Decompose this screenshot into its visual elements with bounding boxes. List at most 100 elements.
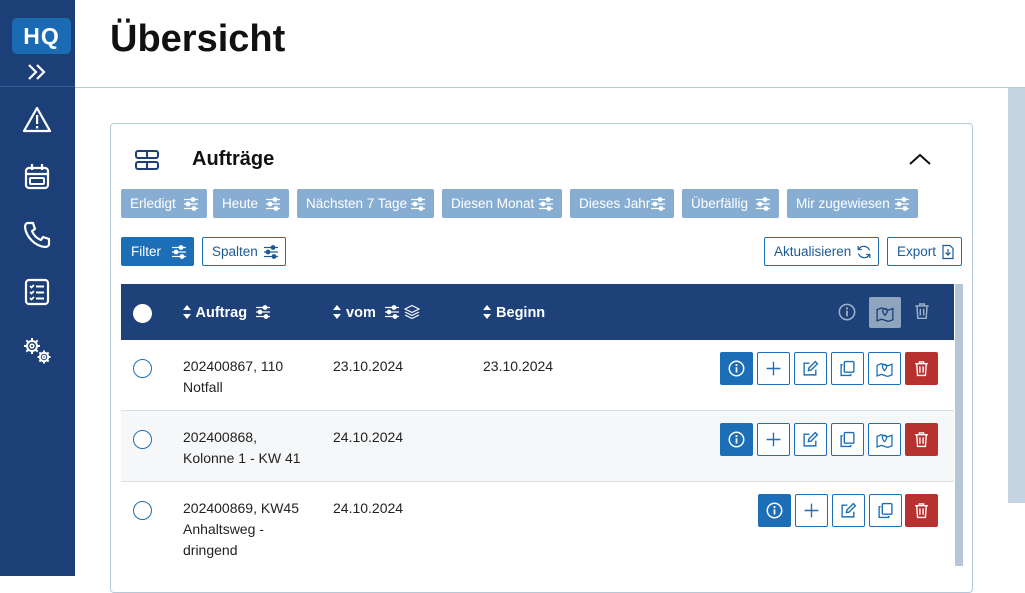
add-button[interactable] (757, 423, 790, 456)
copy-button[interactable] (831, 423, 864, 456)
chip-label: Überfällig (691, 196, 749, 211)
filter-label: Filter (131, 244, 161, 259)
quick-filter-ueberfaellig[interactable]: Überfällig (682, 189, 779, 218)
quick-filter-heute[interactable]: Heute (213, 189, 289, 218)
page-scrollbar[interactable] (1008, 88, 1025, 503)
column-label: Auftrag (195, 305, 248, 321)
edit-icon (840, 502, 857, 519)
quick-filter-mir-zugewiesen[interactable]: Mir zugewiesen (787, 189, 918, 218)
auftrag-line: Kolonne 1 - KW 41 (183, 450, 301, 466)
edit-icon (802, 360, 819, 377)
chip-label: Diesen Monat (451, 196, 535, 211)
auftrag-line: Anhaltsweg - (183, 521, 264, 537)
export-button[interactable]: Export (887, 237, 962, 266)
sort-icon (482, 304, 492, 320)
copy-icon (839, 431, 856, 448)
add-button[interactable] (757, 352, 790, 385)
delete-button[interactable] (905, 494, 938, 527)
trash-icon (913, 360, 930, 377)
quick-filter-dieses-jahr[interactable]: Dieses Jahr (570, 189, 674, 218)
sliders-icon (410, 196, 426, 212)
cell-vom: 23.10.2024 (333, 358, 404, 374)
plus-icon (803, 502, 820, 519)
export-icon (940, 244, 956, 260)
cell-beginn: 23.10.2024 (483, 358, 554, 374)
table-layout-icon (135, 150, 159, 170)
calendar-icon[interactable] (21, 161, 53, 193)
column-header-auftrag[interactable]: Auftrag (182, 304, 271, 321)
sliders-icon (650, 196, 666, 212)
map-view-toggle[interactable] (869, 297, 901, 328)
auftrag-line: dringend (183, 542, 238, 558)
column-label: vom (346, 305, 376, 321)
quick-filter-diesen-monat[interactable]: Diesen Monat (442, 189, 562, 218)
table-scrollbar[interactable] (955, 284, 963, 566)
chip-label: Heute (222, 196, 259, 211)
quick-filter-naechsten-7-tage[interactable]: Nächsten 7 Tage (297, 189, 434, 218)
chip-label: Dieses Jahr (579, 196, 651, 211)
chip-label: Nächsten 7 Tage (306, 196, 408, 211)
info-button[interactable] (720, 423, 753, 456)
columns-button[interactable]: Spalten (202, 237, 286, 266)
hq-logo[interactable]: HQ (12, 18, 71, 54)
edit-icon (802, 431, 819, 448)
sort-icon (182, 304, 192, 320)
warning-icon[interactable] (21, 104, 53, 136)
copy-icon (839, 360, 856, 377)
info-icon[interactable] (838, 303, 856, 321)
sliders-icon[interactable] (255, 304, 271, 320)
row-select-radio[interactable] (133, 359, 152, 378)
trash-icon[interactable] (913, 302, 931, 320)
map-icon (876, 431, 893, 448)
map-icon (876, 360, 893, 377)
sliders-icon (171, 244, 187, 260)
sidebar-divider (0, 86, 75, 87)
quick-filter-erledigt[interactable]: Erledigt (121, 189, 207, 218)
expand-sidebar-icon[interactable] (24, 60, 50, 84)
info-button[interactable] (720, 352, 753, 385)
delete-button[interactable] (905, 423, 938, 456)
sidebar: HQ (0, 0, 75, 576)
auftrag-line: 202400868, (183, 429, 257, 445)
select-all-radio[interactable] (133, 304, 152, 323)
checklist-icon[interactable] (21, 276, 53, 308)
delete-button[interactable] (905, 352, 938, 385)
row-select-radio[interactable] (133, 501, 152, 520)
sort-icon (332, 304, 342, 320)
refresh-label: Aktualisieren (774, 244, 852, 259)
filter-button[interactable]: Filter (121, 237, 194, 266)
edit-button[interactable] (794, 352, 827, 385)
edit-button[interactable] (832, 494, 865, 527)
column-label: Beginn (496, 305, 546, 321)
column-header-vom[interactable]: vom (332, 304, 420, 321)
phone-icon[interactable] (21, 219, 53, 251)
copy-button[interactable] (831, 352, 864, 385)
copy-icon (877, 502, 894, 519)
export-label: Export (897, 244, 937, 259)
sliders-icon[interactable] (384, 304, 400, 320)
sliders-icon (183, 196, 199, 212)
column-header-beginn[interactable]: Beginn (482, 304, 545, 321)
copy-button[interactable] (869, 494, 902, 527)
info-icon (766, 502, 783, 519)
info-button[interactable] (758, 494, 791, 527)
cell-auftrag: 202400868, Kolonne 1 - KW 41 (183, 427, 301, 469)
map-button[interactable] (868, 352, 901, 385)
settings-gears-icon[interactable] (21, 335, 53, 367)
info-icon (728, 431, 745, 448)
layers-icon[interactable] (404, 304, 420, 320)
trash-icon (913, 502, 930, 519)
columns-label: Spalten (212, 244, 258, 259)
auftrag-line: 202400867, 110 (183, 358, 284, 374)
refresh-button[interactable]: Aktualisieren (764, 237, 879, 266)
edit-button[interactable] (794, 423, 827, 456)
cell-vom: 24.10.2024 (333, 429, 404, 445)
sliders-icon (538, 196, 554, 212)
add-button[interactable] (795, 494, 828, 527)
cell-vom: 24.10.2024 (333, 500, 404, 516)
chevron-up-icon[interactable] (906, 148, 934, 170)
map-button[interactable] (868, 423, 901, 456)
card-title: Aufträge (192, 148, 275, 170)
sliders-icon (265, 196, 281, 212)
row-select-radio[interactable] (133, 430, 152, 449)
